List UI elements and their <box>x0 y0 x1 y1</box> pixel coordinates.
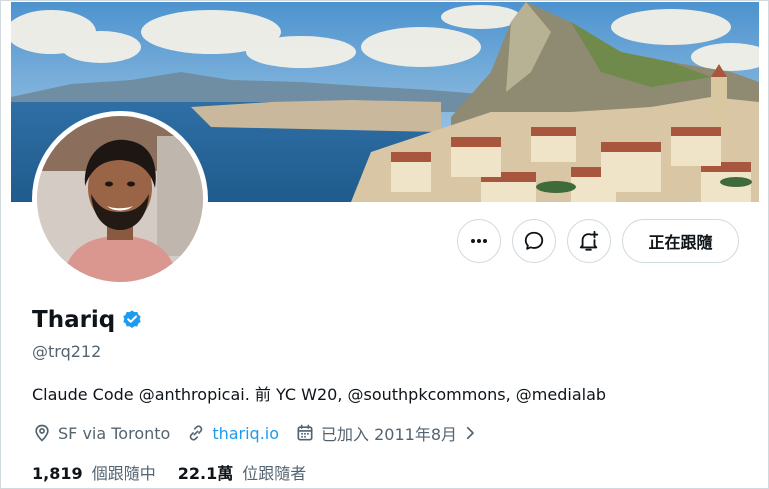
display-name: Thariq <box>32 307 116 333</box>
profile-meta-row: SF via Toronto thariq.io 已加入 2011年8月 <box>32 421 501 445</box>
followers-count-label: 位跟隨者 <box>242 464 307 483</box>
notifications-button[interactable] <box>567 219 611 263</box>
avatar[interactable] <box>32 111 208 287</box>
avatar-photo <box>37 116 203 282</box>
verified-badge-icon[interactable] <box>121 309 143 331</box>
link-icon <box>189 425 203 441</box>
more-options-button[interactable] <box>457 219 501 263</box>
bell-plus-icon <box>579 230 599 251</box>
joined-date-text: 已加入 2011年8月 <box>321 425 458 444</box>
person-portrait-icon <box>37 116 203 282</box>
profile-page: 正在跟隨 Thariq @trq212 Claude Code @anthrop… <box>0 0 769 489</box>
calendar-icon <box>297 424 313 441</box>
followers-count-link[interactable]: 22.1萬 位跟隨者 <box>178 460 307 484</box>
website-item[interactable]: thariq.io <box>186 423 279 443</box>
following-button-label: 正在跟隨 <box>648 233 713 252</box>
location-item: SF via Toronto <box>32 423 170 443</box>
following-button[interactable]: 正在跟隨 <box>622 219 739 263</box>
following-count: 1,819 <box>32 464 83 483</box>
display-name-row: Thariq <box>32 307 143 333</box>
joined-item[interactable]: 已加入 2011年8月 <box>295 421 485 445</box>
follow-stats-row: 1,819 個跟隨中 22.1萬 位跟隨者 <box>32 460 328 484</box>
chevron-right-icon <box>466 426 474 440</box>
following-count-link[interactable]: 1,819 個跟隨中 <box>32 460 156 484</box>
location-text: SF via Toronto <box>58 423 171 443</box>
following-count-label: 個跟隨中 <box>91 464 156 483</box>
message-button[interactable] <box>512 219 556 263</box>
user-handle: @trq212 <box>32 342 102 361</box>
message-bubble-icon <box>524 231 544 250</box>
location-pin-icon <box>35 424 49 442</box>
followers-count: 22.1萬 <box>177 464 234 483</box>
profile-bio: Claude Code @anthropicai. 前 YC W20, @sou… <box>32 385 607 404</box>
website-link[interactable]: thariq.io <box>212 424 279 443</box>
more-horizontal-icon <box>471 239 487 243</box>
